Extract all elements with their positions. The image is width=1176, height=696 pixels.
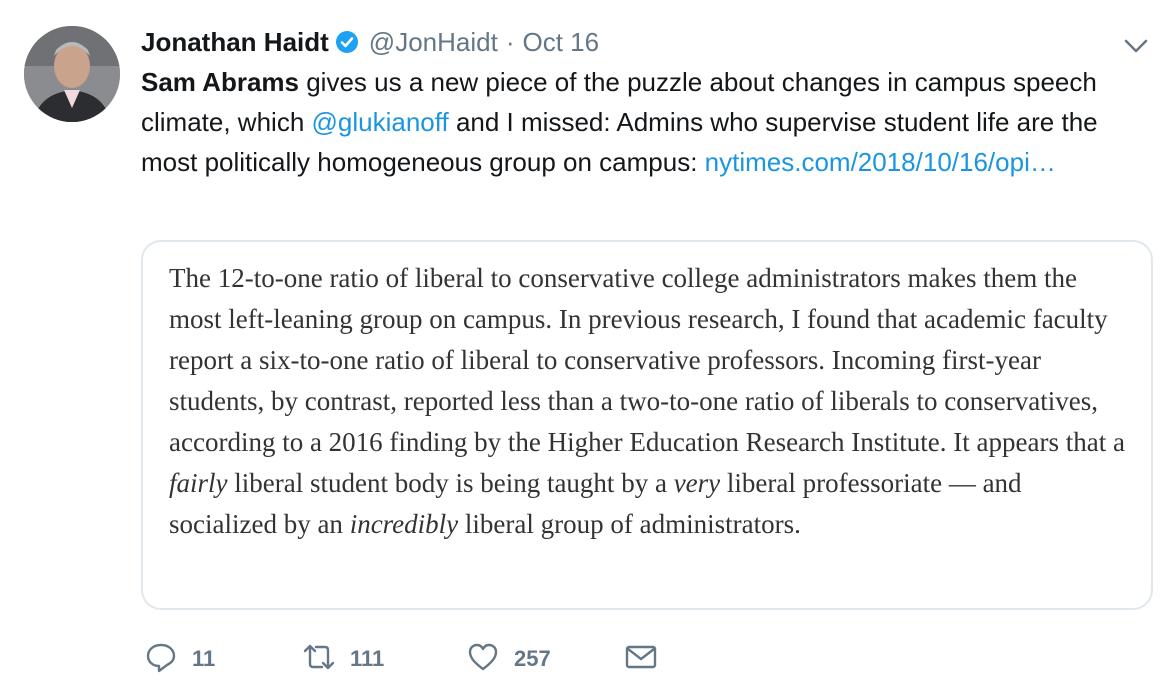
- retweet-count: 111: [350, 646, 385, 671]
- tweet-actions: 11 111 257: [140, 636, 680, 682]
- quote-emphasis: very: [673, 468, 721, 498]
- envelope-icon: [624, 640, 658, 679]
- tweet-header: Jonathan Haidt @JonHaidt · Oct 16: [141, 22, 599, 62]
- reply-count: 11: [192, 646, 216, 671]
- direct-message-button[interactable]: [624, 636, 658, 682]
- tweet-text: Sam Abrams gives us a new piece of the p…: [141, 62, 1151, 182]
- chevron-down-icon[interactable]: [1122, 32, 1150, 60]
- like-button[interactable]: 257: [466, 636, 551, 682]
- author-name[interactable]: Jonathan Haidt: [141, 27, 329, 58]
- quote-emphasis: incredibly: [349, 509, 459, 539]
- retweet-button[interactable]: 111: [302, 636, 384, 682]
- quote-text-part: liberal group of administrators.: [458, 509, 801, 539]
- quoted-text: The 12-to-one ratio of liberal to conser…: [169, 258, 1129, 545]
- reply-button[interactable]: 11: [144, 636, 215, 682]
- quote-emphasis: fairly: [169, 468, 228, 498]
- author-handle[interactable]: @JonHaidt: [369, 27, 498, 58]
- verified-badge-icon: [335, 30, 359, 54]
- article-link[interactable]: nytimes.com/2018/10/16/opi…: [705, 147, 1056, 177]
- quote-text-part: The 12-to-one ratio of liberal to conser…: [169, 263, 1125, 457]
- reply-icon: [144, 640, 178, 679]
- like-count: 257: [514, 646, 551, 671]
- mention-link[interactable]: @glukianoff: [312, 107, 449, 137]
- tweet-date[interactable]: Oct 16: [522, 27, 599, 58]
- quoted-image-card[interactable]: The 12-to-one ratio of liberal to conser…: [141, 240, 1153, 610]
- header-separator: ·: [505, 26, 515, 57]
- quote-text-part: liberal student body is being taught by …: [227, 468, 674, 498]
- retweet-icon: [302, 640, 336, 679]
- mentioned-name[interactable]: Sam Abrams: [141, 67, 299, 97]
- author-avatar[interactable]: [24, 26, 120, 122]
- heart-icon: [466, 640, 500, 679]
- author-photo: [24, 26, 120, 122]
